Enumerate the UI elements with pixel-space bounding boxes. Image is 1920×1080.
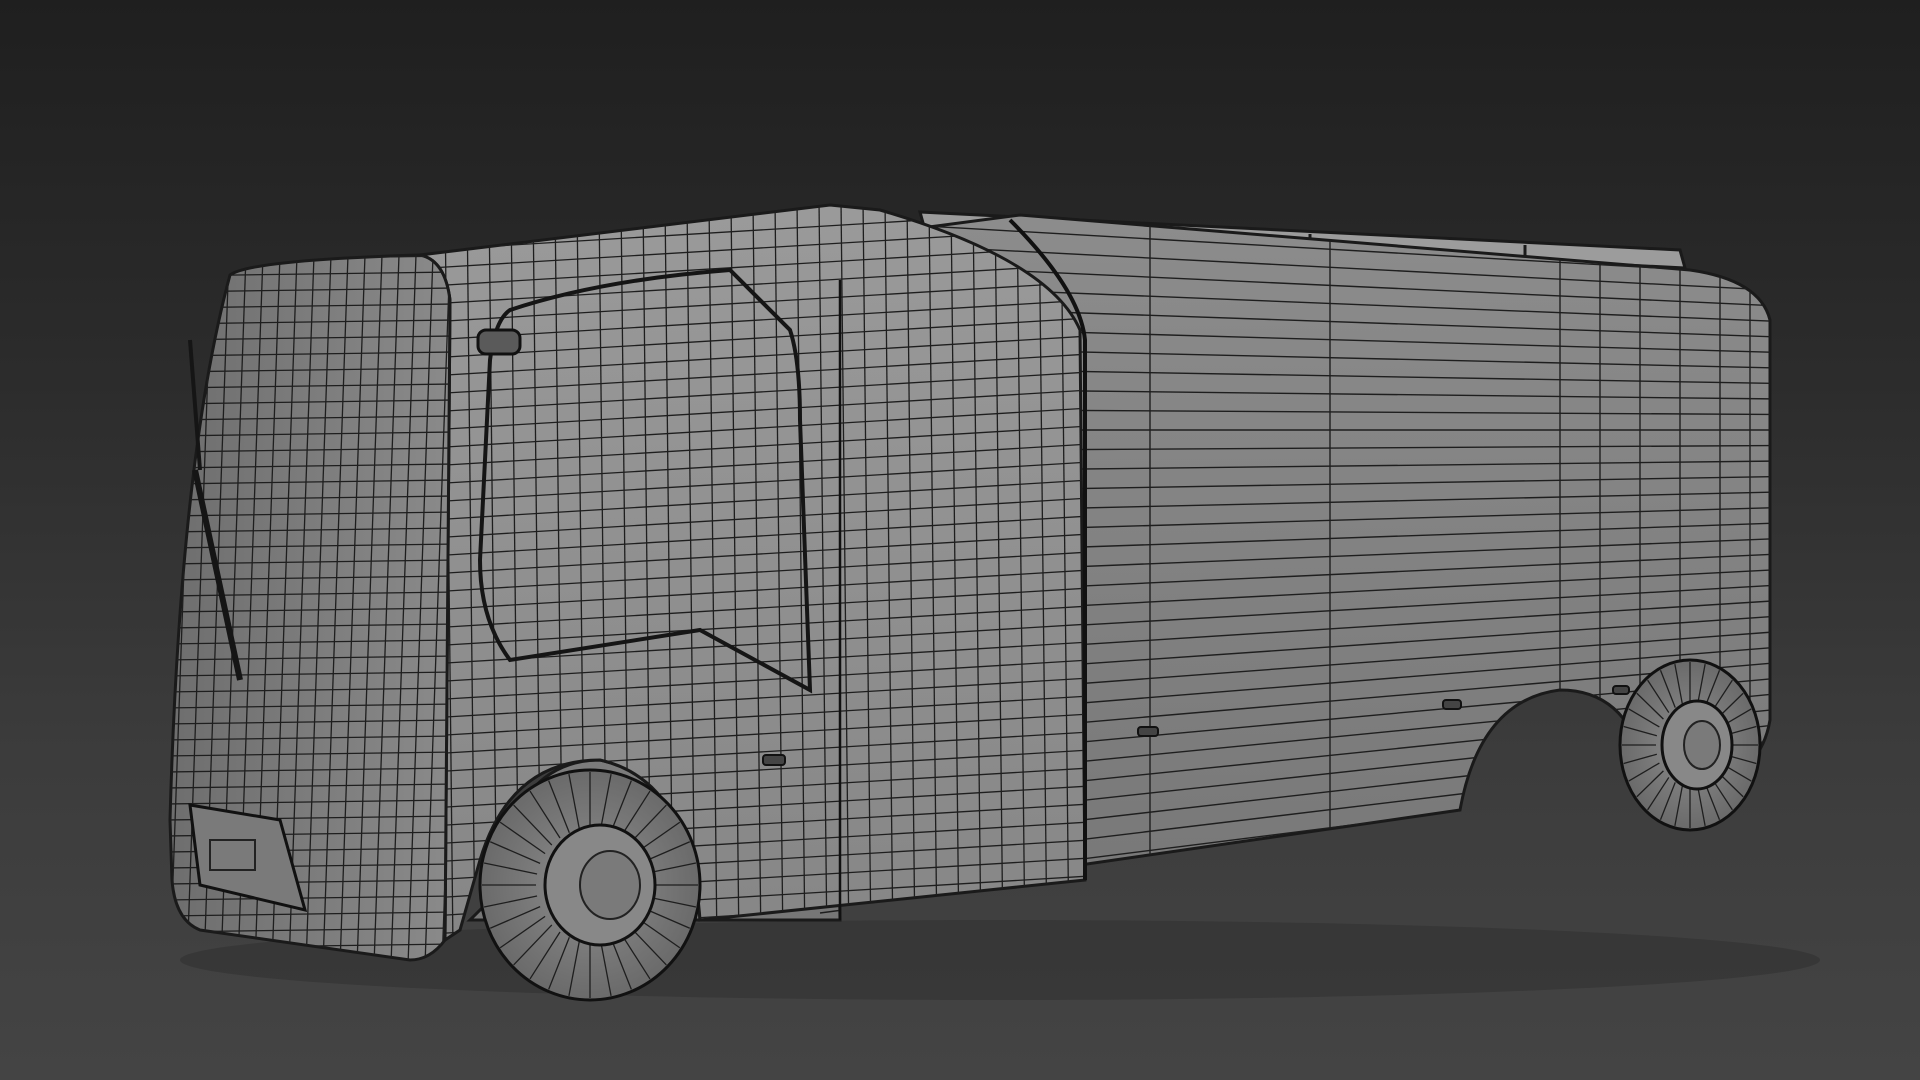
viewport-canvas[interactable] [0,0,1920,1080]
front-wheel [478,768,702,1002]
3d-viewport[interactable] [0,0,1920,1080]
side-mirror [476,328,522,356]
rear-wheel [1618,658,1762,832]
